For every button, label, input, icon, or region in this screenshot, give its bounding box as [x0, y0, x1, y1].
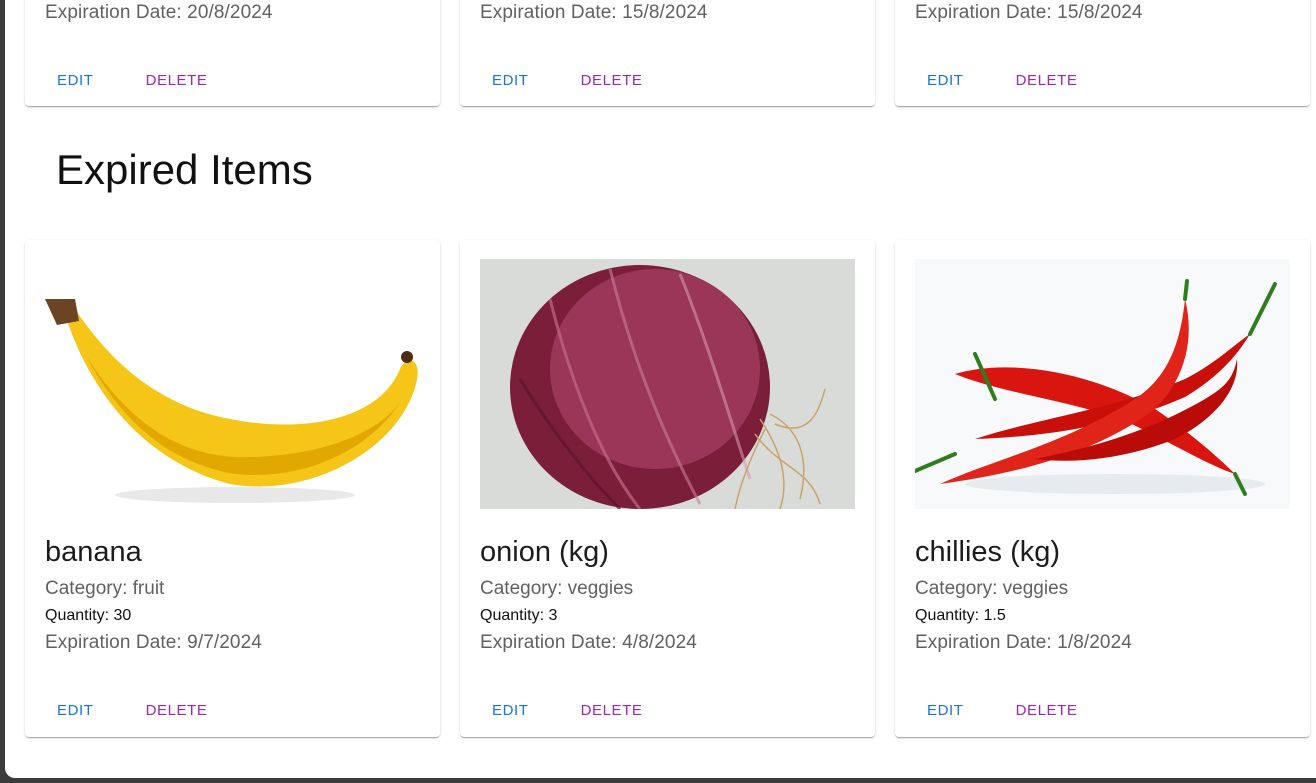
expiration-date: Expiration Date: 4/8/2024	[480, 632, 697, 653]
onion-image	[480, 259, 855, 509]
item-quantity: Quantity: 3	[480, 607, 558, 624]
delete-button[interactable]: DELETE	[1004, 66, 1090, 95]
expiration-date: Expiration Date: 15/8/2024	[480, 2, 708, 23]
expiration-date: Expiration Date: 15/8/2024	[915, 2, 1143, 23]
card-actions: EDIT DELETE	[45, 66, 220, 95]
delete-button[interactable]: DELETE	[569, 66, 655, 95]
expired-item-card: banana Category: fruit Quantity: 30 Expi…	[25, 240, 440, 737]
item-category: Category: fruit	[45, 578, 165, 599]
edit-button[interactable]: EDIT	[45, 66, 106, 95]
edit-button[interactable]: EDIT	[915, 696, 976, 725]
expiration-date: Expiration Date: 1/8/2024	[915, 632, 1132, 653]
expired-item-card: chillies (kg) Category: veggies Quantity…	[895, 240, 1310, 737]
item-category: Category: veggies	[480, 578, 634, 599]
card-actions: EDIT DELETE	[45, 696, 220, 725]
expiration-date: Expiration Date: 20/8/2024	[45, 2, 273, 23]
item-card: Expiration Date: 20/8/2024 EDIT DELETE	[25, 0, 440, 106]
expired-item-card: onion (kg) Category: veggies Quantity: 3…	[460, 240, 875, 737]
expiration-date: Expiration Date: 9/7/2024	[45, 632, 262, 653]
item-category: Category: veggies	[915, 578, 1069, 599]
card-actions: EDIT DELETE	[915, 66, 1090, 95]
delete-button[interactable]: DELETE	[1004, 696, 1090, 725]
section-title: Expired Items	[56, 146, 313, 193]
item-title: onion (kg)	[480, 536, 609, 568]
edit-button[interactable]: EDIT	[480, 66, 541, 95]
edit-button[interactable]: EDIT	[45, 696, 106, 725]
item-quantity: Quantity: 1.5	[915, 607, 1006, 624]
card-actions: EDIT DELETE	[480, 696, 655, 725]
item-quantity: Quantity: 30	[45, 607, 132, 624]
delete-button[interactable]: DELETE	[569, 696, 655, 725]
delete-button[interactable]: DELETE	[134, 696, 220, 725]
edit-button[interactable]: EDIT	[480, 696, 541, 725]
edit-button[interactable]: EDIT	[915, 66, 976, 95]
item-card: Expiration Date: 15/8/2024 EDIT DELETE	[460, 0, 875, 106]
banana-image	[45, 259, 420, 509]
item-title: chillies (kg)	[915, 536, 1061, 568]
card-actions: EDIT DELETE	[915, 696, 1090, 725]
card-actions: EDIT DELETE	[480, 66, 655, 95]
item-title: banana	[45, 536, 142, 568]
item-card: Expiration Date: 15/8/2024 EDIT DELETE	[895, 0, 1310, 106]
chillies-image	[915, 259, 1290, 509]
delete-button[interactable]: DELETE	[134, 66, 220, 95]
app-page: Expiration Date: 20/8/2024 EDIT DELETE E…	[5, 0, 1316, 778]
